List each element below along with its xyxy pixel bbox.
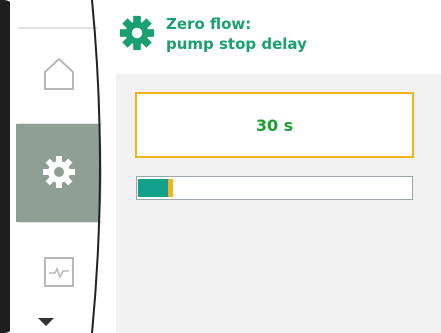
- menu-item-diagnostics[interactable]: [18, 226, 100, 318]
- progress-bar-marker: [168, 179, 173, 197]
- page-title-line1: Zero flow:: [166, 15, 252, 33]
- header-gear-icon: [118, 14, 156, 52]
- gear-icon: [43, 156, 75, 188]
- left-rail: [0, 0, 14, 333]
- menu-item-home[interactable]: [18, 28, 100, 120]
- page-title-line2: pump stop delay: [166, 35, 307, 53]
- home-icon: [44, 57, 74, 90]
- pulse-icon: [44, 257, 74, 287]
- progress-bar-fill: [138, 179, 171, 197]
- chevron-down-icon[interactable]: [38, 318, 54, 326]
- progress-bar-track: [136, 176, 413, 200]
- value-text: 30 s: [255, 115, 294, 135]
- menu-item-settings[interactable]: [18, 124, 100, 220]
- page-title: Zero flow: pump stop delay: [166, 14, 307, 54]
- value-editor[interactable]: 30 s: [135, 92, 414, 158]
